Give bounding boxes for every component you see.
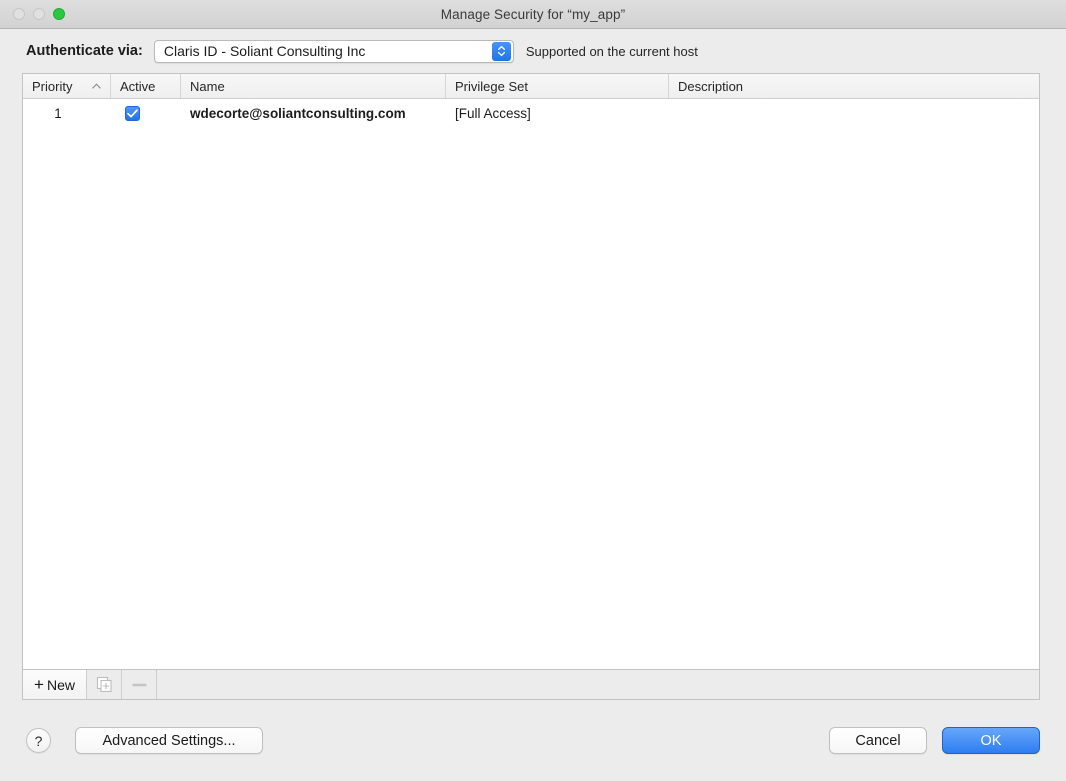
checkmark-icon	[127, 108, 138, 117]
column-header-description-label: Description	[678, 78, 744, 94]
duplicate-icon	[96, 676, 112, 693]
column-header-privilege-set-label: Privilege Set	[455, 78, 528, 94]
dialog-footer: ? Advanced Settings... Cancel OK	[0, 700, 1066, 781]
remove-account-button[interactable]	[122, 670, 157, 699]
chevron-up-down-icon[interactable]	[491, 41, 511, 61]
chevron-down-icon	[497, 52, 505, 56]
cell-name: wdecorte@soliantconsulting.com	[190, 105, 406, 121]
cell-privilege-set: [Full Access]	[455, 105, 531, 121]
cell-description	[669, 99, 1039, 127]
accounts-table-header: Priority Active Name Privilege Set Descr…	[23, 74, 1039, 99]
duplicate-account-button[interactable]	[87, 670, 122, 699]
ok-button[interactable]: OK	[942, 727, 1040, 754]
authenticate-via-selected-value: Claris ID - Soliant Consulting Inc	[163, 43, 366, 59]
cancel-button[interactable]: Cancel	[829, 727, 927, 754]
cell-priority: 1	[54, 105, 62, 121]
cell-active	[111, 99, 181, 127]
column-header-priority[interactable]: Priority	[23, 74, 111, 98]
sort-ascending-icon	[92, 83, 101, 89]
authenticate-support-note: Supported on the current host	[525, 43, 698, 59]
help-button[interactable]: ?	[26, 728, 51, 753]
authenticate-via-label: Authenticate via:	[26, 43, 143, 59]
advanced-settings-button[interactable]: Advanced Settings...	[75, 727, 263, 754]
toolbar-filler	[157, 670, 1039, 699]
plus-icon: +	[34, 674, 44, 694]
column-header-description[interactable]: Description	[669, 74, 1039, 98]
column-header-name[interactable]: Name	[181, 74, 446, 98]
new-account-label: New	[46, 676, 75, 693]
column-header-active-label: Active	[120, 78, 156, 94]
minus-icon	[132, 683, 146, 686]
accounts-table-body: 1 wdecorte@soliantconsulting.com [Full A…	[23, 99, 1039, 669]
accounts-table-toolbar: + New	[22, 670, 1040, 700]
manage-security-dialog: Manage Security for “my_app” Authenticat…	[0, 0, 1066, 781]
minimize-button[interactable]	[33, 8, 45, 20]
authenticate-via-row: Authenticate via: Claris ID - Soliant Co…	[0, 29, 1066, 73]
close-button[interactable]	[13, 8, 25, 20]
table-row[interactable]: 1 wdecorte@soliantconsulting.com [Full A…	[23, 99, 1039, 127]
column-header-privilege-set[interactable]: Privilege Set	[446, 74, 669, 98]
window-titlebar: Manage Security for “my_app”	[0, 0, 1066, 29]
column-header-active[interactable]: Active	[111, 74, 181, 98]
new-account-button[interactable]: + New	[23, 670, 87, 699]
authenticate-via-select[interactable]: Claris ID - Soliant Consulting Inc	[153, 39, 514, 63]
column-header-name-label: Name	[190, 78, 225, 94]
zoom-button[interactable]	[53, 8, 65, 20]
traffic-light-controls	[13, 0, 65, 28]
window-title: Manage Security for “my_app”	[440, 6, 626, 22]
column-header-priority-label: Priority	[32, 78, 73, 94]
accounts-table: Priority Active Name Privilege Set Descr…	[22, 73, 1040, 670]
chevron-up-icon	[497, 46, 505, 50]
account-active-checkbox[interactable]	[125, 105, 140, 121]
